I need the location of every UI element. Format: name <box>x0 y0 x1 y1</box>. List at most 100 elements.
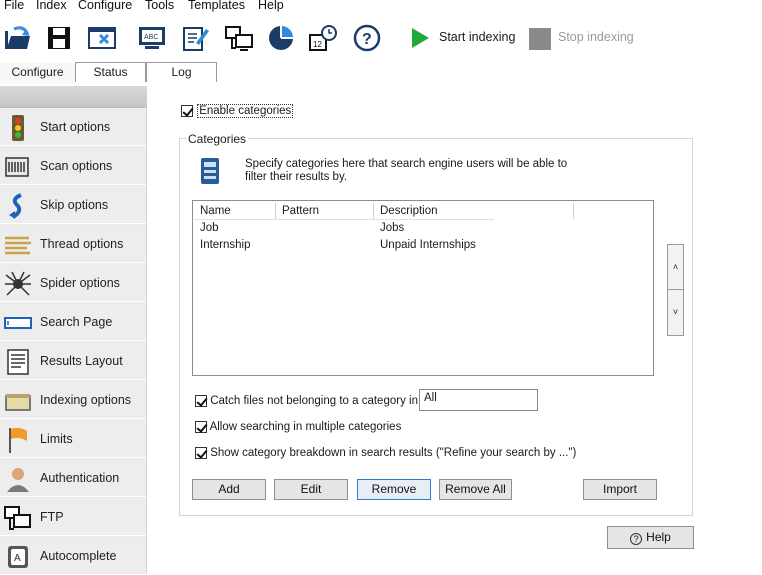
sidebar-item-start-options[interactable]: Start options <box>0 108 146 146</box>
autocomplete-icon: A <box>8 546 28 568</box>
stop-indexing-button: Stop indexing <box>558 30 634 44</box>
sidebar-item-label: Indexing options <box>40 393 132 407</box>
categories-group-title: Categories <box>186 132 249 146</box>
layout-icon <box>7 349 29 375</box>
drive-icon <box>5 394 31 411</box>
show-breakdown-checkbox[interactable] <box>195 447 207 459</box>
allow-multiple-checkbox[interactable] <box>195 421 207 433</box>
toolbar: ABC 12 ? Start indexing Stop indexing <box>0 14 762 60</box>
table-row[interactable]: Job Jobs <box>194 221 652 238</box>
play-icon[interactable] <box>402 21 436 55</box>
menu-help[interactable]: Help <box>258 0 284 12</box>
menu-templates[interactable]: Templates <box>188 0 245 12</box>
start-indexing-button[interactable]: Start indexing <box>439 30 515 44</box>
sidebar-item-label: Autocomplete <box>40 549 117 563</box>
enable-categories-checkbox[interactable] <box>181 105 193 117</box>
menu-tools[interactable]: Tools <box>145 0 174 12</box>
sidebar-item-authentication[interactable]: Authentication <box>0 459 146 497</box>
column-header-name[interactable]: Name <box>194 203 276 219</box>
sidebar-item-search-page[interactable]: Search Page <box>0 303 146 341</box>
menu-index[interactable]: Index <box>36 0 67 12</box>
flag-icon <box>9 427 27 453</box>
spider-icon <box>5 271 31 296</box>
add-button[interactable]: Add <box>192 479 266 500</box>
close-file-icon[interactable] <box>85 21 119 55</box>
edit-icon[interactable] <box>178 21 212 55</box>
categories-table[interactable]: Name Pattern Description Job Jobs Intern… <box>192 200 654 376</box>
column-header-description[interactable]: Description <box>374 203 574 219</box>
show-breakdown-row: Show category breakdown in search result… <box>195 447 576 459</box>
svg-text:ABC: ABC <box>144 34 158 41</box>
tab-bar: Configure Status Log <box>0 60 762 88</box>
sidebar-item-spider-options[interactable]: Spider options <box>0 264 146 302</box>
table-row[interactable]: Internship Unpaid Internships <box>194 238 652 255</box>
stop-icon <box>522 21 556 55</box>
tab-log[interactable]: Log <box>146 62 217 82</box>
edit-button[interactable]: Edit <box>274 479 348 500</box>
enable-categories-row: Enable categories <box>181 104 294 119</box>
sidebar-item-indexing-options[interactable]: Indexing options <box>0 381 146 419</box>
cell-name: Job <box>200 222 219 234</box>
remove-all-button[interactable]: Remove All <box>439 479 512 500</box>
sidebar-item-ftp[interactable]: FTP <box>0 498 146 536</box>
sidebar-item-thread-options[interactable]: Thread options <box>0 225 146 263</box>
tab-status[interactable]: Status <box>75 62 146 82</box>
move-down-button[interactable]: ˅ <box>667 289 684 336</box>
allow-multiple-row: Allow searching in multiple categories <box>195 421 401 433</box>
help-circle-icon[interactable]: ? <box>350 21 384 55</box>
open-index-icon[interactable] <box>0 21 34 55</box>
move-up-button[interactable]: ˄ <box>667 244 684 291</box>
sidebar-item-label: Authentication <box>40 471 120 485</box>
help-button[interactable]: ? Help <box>607 526 694 549</box>
sidebar-header <box>0 86 147 108</box>
sidebar-item-label: Scan options <box>40 159 113 173</box>
ftp-icon <box>4 506 31 530</box>
catch-files-label: Catch files not belonging to a category … <box>210 395 422 408</box>
show-breakdown-label: Show category breakdown in search result… <box>210 447 577 460</box>
traffic-light-icon <box>12 115 24 141</box>
sidebar-item-skip-options[interactable]: Skip options <box>0 186 146 224</box>
pie-chart-icon[interactable] <box>264 21 298 55</box>
svg-text:A: A <box>14 553 21 564</box>
network-icon[interactable] <box>222 21 256 55</box>
sidebar-item-label: Spider options <box>40 276 120 290</box>
sidebar-item-label: Thread options <box>40 237 124 251</box>
tab-configure[interactable]: Configure <box>0 63 75 83</box>
skip-arrow-icon <box>9 193 22 219</box>
header-divider <box>194 219 494 220</box>
menu-configure[interactable]: Configure <box>78 0 132 12</box>
save-icon[interactable] <box>42 21 76 55</box>
svg-text:?: ? <box>362 31 372 48</box>
catch-files-checkbox[interactable] <box>195 395 207 407</box>
help-button-label: Help <box>646 530 671 544</box>
cell-description: Unpaid Internships <box>380 239 476 251</box>
sidebar-item-results-layout[interactable]: Results Layout <box>0 342 146 380</box>
import-button[interactable]: Import <box>583 479 657 500</box>
svg-text:12: 12 <box>313 40 322 49</box>
categories-info-icon <box>201 158 219 184</box>
sidebar-item-label: Limits <box>40 432 73 446</box>
sidebar-item-label: Start options <box>40 120 111 134</box>
catch-files-category-field[interactable]: All <box>419 389 538 411</box>
sidebar-item-limits[interactable]: Limits <box>0 420 146 458</box>
cell-description: Jobs <box>380 222 405 234</box>
scheduler-icon[interactable]: 12 <box>306 21 340 55</box>
categories-info-text: Specify categories here that search engi… <box>245 158 568 183</box>
scanner-icon <box>5 157 29 177</box>
menu-bar: File Index Configure Tools Templates Hel… <box>0 0 762 14</box>
template-icon[interactable]: ABC <box>135 21 169 55</box>
sidebar-item-scan-options[interactable]: Scan options <box>0 147 146 185</box>
catch-files-row: Catch files not belonging to a category … <box>195 395 421 407</box>
allow-multiple-label: Allow searching in multiple categories <box>209 421 402 434</box>
user-icon <box>7 468 29 492</box>
sidebar-item-autocomplete[interactable]: A Autocomplete <box>0 537 146 575</box>
cell-name: Internship <box>200 239 251 251</box>
remove-button[interactable]: Remove <box>357 479 431 500</box>
threads-icon <box>5 236 31 255</box>
help-small-icon: ? <box>630 533 643 545</box>
column-header-pattern[interactable]: Pattern <box>276 203 374 219</box>
sidebar: Start options Scan options Skip options … <box>0 86 147 575</box>
enable-categories-label: Enable categories <box>197 104 294 119</box>
menu-file[interactable]: File <box>4 0 24 12</box>
sidebar-item-label: Results Layout <box>40 354 123 368</box>
